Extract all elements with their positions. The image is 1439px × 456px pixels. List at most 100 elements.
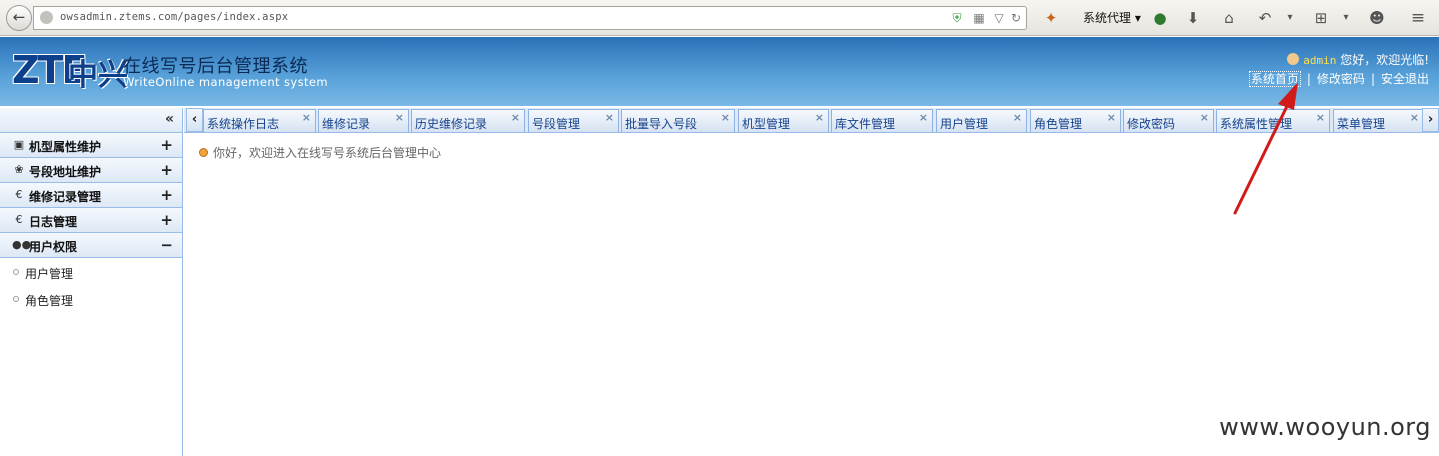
close-icon[interactable]: × (721, 111, 730, 124)
tab-label: 角色管理 (1034, 117, 1083, 131)
expand-icon[interactable]: + (160, 186, 173, 204)
monitor-icon: ▣ (13, 138, 25, 151)
globe-icon (40, 11, 53, 24)
separator: | (1370, 72, 1375, 86)
accordion-label: 维修记录管理 (29, 190, 102, 204)
close-icon[interactable]: × (605, 111, 614, 124)
close-icon[interactable]: × (511, 111, 520, 124)
accordion-model-attributes[interactable]: ▣ 机型属性维护 + (0, 133, 182, 158)
close-icon[interactable]: × (815, 111, 824, 124)
accordion-repair-records[interactable]: € 维修记录管理 + (0, 183, 182, 208)
tab-user-management[interactable]: 用户管理 × (936, 109, 1027, 132)
tab-system-properties[interactable]: 系统属性管理 × (1216, 109, 1330, 132)
close-icon[interactable]: × (1316, 111, 1325, 124)
welcome-text: 您好，欢迎光临! (1340, 53, 1429, 67)
chevron-down-icon[interactable]: ▾ (1285, 8, 1295, 28)
close-icon[interactable]: × (1200, 111, 1209, 124)
welcome-line: admin 您好，欢迎光临! (1287, 51, 1429, 68)
sidebar: « ▣ 机型属性维护 + ❀ 号段地址维护 + € 维修记录管理 + € 日志管… (0, 108, 183, 456)
crop-icon[interactable]: ⊞ (1312, 8, 1330, 28)
bullet-icon (13, 296, 19, 302)
close-icon[interactable]: × (1107, 111, 1116, 124)
tab-model-management[interactable]: 机型管理 × (738, 109, 829, 132)
tab-change-password[interactable]: 修改密码 × (1123, 109, 1214, 132)
extension-icon[interactable]: ● (1152, 8, 1168, 28)
reload-icon[interactable]: ↻ (1009, 11, 1023, 25)
proxy-menu[interactable]: 系统代理 ▾ (1083, 9, 1141, 26)
collapse-sidebar-button[interactable]: « (0, 108, 182, 133)
users-icon: ●● (12, 238, 32, 251)
url-bar[interactable]: owsadmin.ztems.com/pages/index.aspx ⛨ ▦ … (33, 6, 1027, 30)
tab-label: 菜单管理 (1337, 117, 1386, 131)
accordion-label: 号段地址维护 (29, 165, 102, 179)
tab-label: 系统属性管理 (1220, 117, 1293, 131)
sidebar-item-user-management[interactable]: 用户管理 (0, 258, 182, 285)
close-icon[interactable]: × (919, 111, 928, 124)
sidebar-item-label: 用户管理 (25, 267, 74, 281)
scroll-left-icon[interactable]: ‹ (186, 108, 203, 132)
expand-icon[interactable]: + (160, 136, 173, 154)
qr-icon[interactable]: ▦ (972, 11, 986, 25)
leaf-icon: ❀ (14, 163, 24, 176)
smiley-icon[interactable]: ☻ (1368, 8, 1386, 28)
tab-label: 库文件管理 (835, 117, 896, 131)
tab-segment-management[interactable]: 号段管理 × (528, 109, 619, 132)
tab-strip: ‹ 系统操作日志 × 维修记录 × 历史维修记录 × 号段管理 × 批量导入号段 × 机型… (184, 108, 1439, 133)
home-link[interactable]: 系统首页 (1248, 71, 1301, 87)
system-subtitle: WriteOnline management system (123, 75, 328, 89)
accordion-label: 机型属性维护 (29, 140, 102, 154)
logout-link[interactable]: 安全退出 (1381, 72, 1429, 86)
undo-icon[interactable]: ↶ (1256, 8, 1274, 28)
main-content: 你好，欢迎进入在线写号系统后台管理中心 www.wooyun.org (184, 134, 1439, 456)
change-password-link[interactable]: 修改密码 (1317, 72, 1365, 86)
tab-menu-management[interactable]: 菜单管理 × (1333, 109, 1424, 132)
tab-label: 修改密码 (1127, 117, 1176, 131)
header-links: 系统首页 | 修改密码 | 安全退出 (1248, 70, 1429, 87)
expand-icon[interactable]: + (160, 161, 173, 179)
tab-label: 批量导入号段 (625, 117, 698, 131)
menu-icon[interactable]: ≡ (1408, 8, 1428, 28)
accordion-logs[interactable]: € 日志管理 + (0, 208, 182, 233)
close-icon[interactable]: × (1013, 111, 1022, 124)
download-icon[interactable]: ⬇ (1184, 8, 1202, 28)
collapse-icon[interactable]: − (160, 236, 173, 254)
accordion-number-segment[interactable]: ❀ 号段地址维护 + (0, 158, 182, 183)
tab-role-management[interactable]: 角色管理 × (1030, 109, 1121, 132)
addon-icon[interactable]: ✦ (1042, 8, 1060, 28)
euro-icon: € (15, 213, 23, 226)
proxy-label: 系统代理 (1083, 11, 1132, 25)
tab-label: 用户管理 (940, 117, 989, 131)
tab-library-files[interactable]: 库文件管理 × (831, 109, 933, 132)
logo-cn: 中兴 (68, 58, 128, 93)
tab-repair-history[interactable]: 历史维修记录 × (411, 109, 525, 132)
app-header: ZTE 中兴 在线写号后台管理系统 WriteOnline management… (0, 37, 1439, 106)
sidebar-item-role-management[interactable]: 角色管理 (0, 285, 182, 312)
tab-batch-import[interactable]: 批量导入号段 × (621, 109, 735, 132)
smiley-icon (199, 148, 208, 157)
expand-icon[interactable]: + (160, 211, 173, 229)
close-icon[interactable]: × (1410, 111, 1419, 124)
username: admin (1303, 54, 1337, 67)
welcome-message: 你好，欢迎进入在线写号系统后台管理中心 (213, 146, 442, 160)
accordion-user-permissions[interactable]: ●● 用户权限 − (0, 233, 182, 258)
shield-icon[interactable]: ⛨ (950, 11, 964, 25)
accordion-label: 用户权限 (29, 240, 78, 254)
chevron-down-icon[interactable]: ▾ (1341, 8, 1351, 28)
home-icon[interactable]: ⌂ (1220, 8, 1238, 28)
user-icon (1287, 53, 1300, 65)
scroll-right-icon[interactable]: › (1422, 108, 1439, 132)
tab-repair-records[interactable]: 维修记录 × (318, 109, 409, 132)
dropdown-icon[interactable]: ▽ (992, 11, 1006, 25)
tab-label: 系统操作日志 (207, 117, 280, 131)
close-icon[interactable]: × (302, 111, 311, 124)
close-icon[interactable]: × (395, 111, 404, 124)
separator: | (1306, 72, 1311, 86)
accordion-label: 日志管理 (29, 215, 78, 229)
url-text[interactable]: owsadmin.ztems.com/pages/index.aspx (60, 11, 288, 23)
tab-label: 机型管理 (742, 117, 791, 131)
back-icon[interactable]: ← (6, 5, 32, 31)
sidebar-item-label: 角色管理 (25, 294, 74, 308)
tab-label: 号段管理 (532, 117, 581, 131)
tab-operation-log[interactable]: 系统操作日志 × (203, 109, 316, 132)
tab-label: 历史维修记录 (415, 117, 488, 131)
